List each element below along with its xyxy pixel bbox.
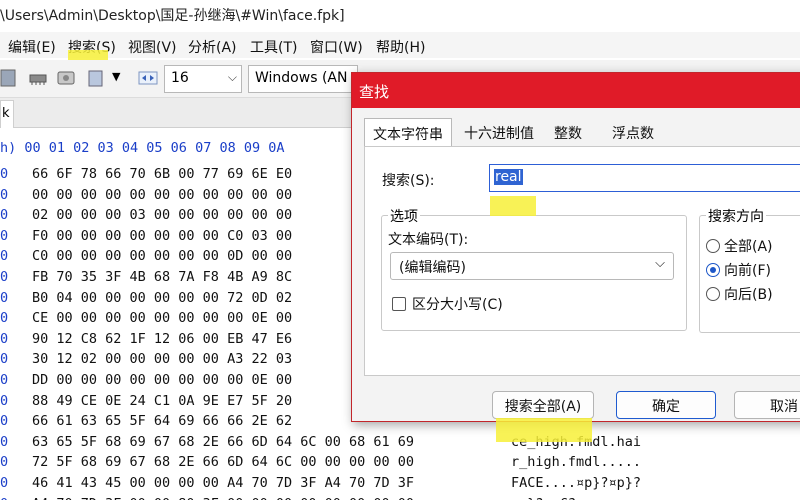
hex-address: 0 <box>0 186 9 203</box>
encoding-select-value: (编辑编码) <box>399 260 466 276</box>
find-dialog: 查找 文本字符串 十六进制值 整数 浮点数 选项 文本编码(T): (编辑编码)… <box>351 72 800 422</box>
hex-address: 0 <box>0 413 9 430</box>
menu-tools[interactable]: 工具(T) <box>250 37 297 57</box>
table-row[interactable]: 0 72 5F 68 69 67 68 2E 66 6D 64 6C 00 00 … <box>0 454 800 474</box>
tab-hex-value[interactable]: 十六进制值 <box>456 118 542 146</box>
hex-address: 0 <box>0 330 9 347</box>
hex-ascii[interactable]: ¤p}?..€?........ <box>511 496 641 500</box>
highlight-mark <box>496 418 592 442</box>
column-width-icon <box>138 71 158 85</box>
hex-bytes[interactable]: 46 41 43 45 00 00 00 00 A4 70 7D 3F A4 7… <box>32 475 414 491</box>
table-row[interactable]: 0 63 65 5F 68 69 67 68 2E 66 6D 64 6C 00 … <box>0 434 800 454</box>
hex-bytes[interactable]: 66 61 63 65 5F 64 69 66 66 2E 62 <box>32 413 292 429</box>
tab-integer[interactable]: 整数 <box>546 118 590 146</box>
encoding-select[interactable]: (编辑编码) ⌵ <box>390 252 674 280</box>
hex-bytes[interactable]: DD 00 00 00 00 00 00 00 00 0E 00 <box>32 372 292 388</box>
hex-bytes[interactable]: B0 04 00 00 00 00 00 00 72 0D 02 <box>32 290 292 306</box>
hex-bytes[interactable]: 66 6F 78 66 70 6B 00 77 69 6E E0 <box>32 166 292 182</box>
menu-analysis[interactable]: 分析(A) <box>188 37 237 57</box>
table-row[interactable]: 0 A4 70 7D 3F 00 00 80 3F 00 00 00 00 00 … <box>0 496 800 500</box>
hex-bytes[interactable]: CE 00 00 00 00 00 00 00 00 0E 00 <box>32 310 292 326</box>
dialog-title: 查找 <box>352 73 800 108</box>
direction-title: 搜索方向 <box>706 206 766 226</box>
radio-forward[interactable] <box>706 263 720 277</box>
hex-ascii[interactable]: FACE....¤p}?¤p}? <box>511 475 641 491</box>
hex-bytes[interactable]: 72 5F 68 69 67 68 2E 66 6D 64 6C 00 00 0… <box>32 454 414 470</box>
group-size-value: 16 <box>171 70 189 86</box>
radio-backward[interactable] <box>706 287 720 301</box>
radio-backward-label: 向后(B) <box>724 287 773 303</box>
hex-bytes[interactable]: C0 00 00 00 00 00 00 00 0D 00 00 <box>32 248 292 264</box>
encoding-value: Windows (AN <box>255 70 348 86</box>
hex-bytes[interactable]: FB 70 35 3F 4B 68 7A F8 4B A9 8C <box>32 269 292 285</box>
hex-column-header: h) 00 01 02 03 04 05 06 07 08 09 0A <box>0 140 285 156</box>
hex-bytes[interactable]: F0 00 00 00 00 00 00 00 C0 03 00 <box>32 228 292 244</box>
options-group: 选项 文本编码(T): (编辑编码) ⌵ 区分大小写(C) <box>381 206 687 331</box>
search-input[interactable]: real <box>489 164 800 192</box>
radio-all-label: 全部(A) <box>724 239 773 255</box>
case-checkbox[interactable] <box>392 297 406 311</box>
menu-bar: 编辑(E) 搜索(S) 视图(V) 分析(A) 工具(T) 窗口(W) 帮助(H… <box>0 32 800 58</box>
search-label: 搜索(S): <box>382 173 435 189</box>
case-label: 区分大小写(C) <box>412 297 503 313</box>
hex-address: 0 <box>0 269 9 285</box>
save-icon[interactable] <box>0 69 20 87</box>
tab-float[interactable]: 浮点数 <box>604 118 662 146</box>
hex-bytes[interactable]: 88 49 CE 0E 24 C1 0A 9E E7 5F 20 <box>32 393 292 409</box>
table-row[interactable]: 0 46 41 43 45 00 00 00 00 A4 70 7D 3F A4 … <box>0 475 800 495</box>
chevron-down-icon: ⌵ <box>655 256 665 271</box>
hex-bytes[interactable]: 30 12 02 00 00 00 00 00 A3 22 03 <box>32 351 292 367</box>
window-title: \Users\Admin\Desktop\国足-孙继海\#Win\face.fp… <box>0 0 800 28</box>
radio-forward-label: 向前(F) <box>724 263 771 279</box>
disk-icon[interactable] <box>56 69 76 87</box>
file-icon[interactable] <box>86 69 106 87</box>
menu-view[interactable]: 视图(V) <box>128 37 177 57</box>
hex-address: 0 <box>0 248 9 265</box>
hex-address: 0 <box>0 289 9 306</box>
options-title: 选项 <box>388 206 420 226</box>
hex-address: 0 <box>0 227 9 244</box>
hex-address: 0 <box>0 392 9 409</box>
hex-address: 0 <box>0 433 9 450</box>
hex-address: 0 <box>0 166 9 182</box>
hex-address: 0 <box>0 310 9 327</box>
menu-help[interactable]: 帮助(H) <box>376 37 425 57</box>
hex-bytes[interactable]: 02 00 00 00 03 00 00 00 00 00 00 <box>32 207 292 223</box>
hex-ascii[interactable]: r_high.fmdl..... <box>511 454 641 470</box>
dropdown-arrow-icon[interactable]: ▼ <box>112 70 120 83</box>
hex-address: 0 <box>0 496 8 500</box>
tab-text-string[interactable]: 文本字符串 <box>364 118 452 148</box>
hex-bytes[interactable]: 00 00 00 00 00 00 00 00 00 00 00 <box>32 187 292 203</box>
chevron-down-icon: ⌵ <box>227 70 237 84</box>
hex-address: 0 <box>0 372 9 388</box>
hex-bytes[interactable]: A4 70 7D 3F 00 00 80 3F 00 00 00 00 00 0… <box>32 496 414 500</box>
direction-group: 搜索方向 全部(A) 向前(F) 向后(B) <box>699 206 800 333</box>
menu-edit[interactable]: 编辑(E) <box>8 37 56 57</box>
encoding-label: 文本编码(T): <box>388 232 469 248</box>
hex-bytes[interactable]: 90 12 C8 62 1F 12 06 00 EB 47 E6 <box>32 331 292 347</box>
hex-address: 0 <box>0 207 9 224</box>
chip-icon[interactable] <box>28 69 48 87</box>
encoding-combo[interactable]: Windows (AN <box>248 65 358 93</box>
search-all-button[interactable]: 搜索全部(A) <box>492 391 594 419</box>
search-input-value: real <box>494 169 523 185</box>
hex-address: 0 <box>0 351 9 368</box>
highlight-mark <box>490 196 536 216</box>
hex-bytes[interactable]: 63 65 5F 68 69 67 68 2E 66 6D 64 6C 00 6… <box>32 434 414 450</box>
radio-all[interactable] <box>706 239 720 253</box>
file-tab[interactable]: k <box>0 100 14 128</box>
cancel-button[interactable]: 取消 <box>734 391 800 419</box>
group-size-combo[interactable]: 16 ⌵ <box>164 65 242 93</box>
hex-address: 0 <box>0 475 9 491</box>
ok-button[interactable]: 确定 <box>616 391 716 419</box>
menu-window[interactable]: 窗口(W) <box>310 37 363 57</box>
hex-address: 0 <box>0 454 9 471</box>
